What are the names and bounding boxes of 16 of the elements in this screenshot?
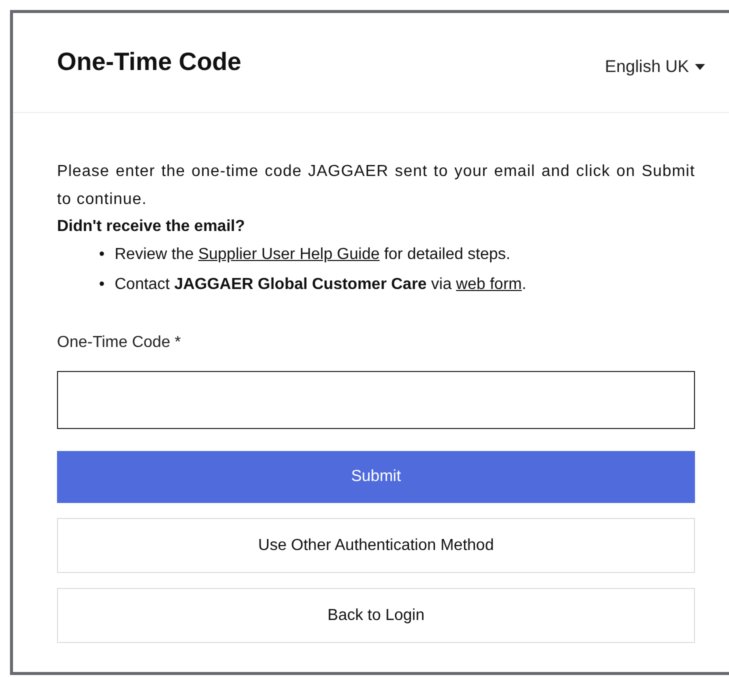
code-input-field[interactable] bbox=[57, 371, 695, 429]
field-label: One-Time Code * bbox=[57, 334, 182, 352]
help-list-item: Review the Supplier User Help Guide for detailed steps. bbox=[114, 245, 510, 265]
bullet-marker: • bbox=[99, 245, 105, 265]
help-link[interactable]: Supplier User Help Guide bbox=[198, 246, 380, 263]
instruction-text: Please enter the one-time code JAGGAER sent to your email and click on Submit to continue. bbox=[57, 162, 695, 210]
help-link[interactable]: web form bbox=[456, 276, 522, 293]
secondary-button[interactable]: Back to Login bbox=[57, 588, 695, 643]
submit-button[interactable]: Submit bbox=[57, 451, 695, 503]
bullet-marker: • bbox=[99, 275, 105, 295]
help-list-item: Contact JAGGAER Global Customer Care via web form. bbox=[114, 275, 526, 295]
secondary-button[interactable]: Use Other Authentication Method bbox=[57, 518, 695, 573]
caret-icon bbox=[695, 64, 705, 70]
language-dropdown[interactable]: English UK bbox=[604, 56, 705, 76]
dialog-title: One-Time Code bbox=[57, 48, 242, 77]
help-heading: Didn't receive the email? bbox=[57, 217, 246, 237]
